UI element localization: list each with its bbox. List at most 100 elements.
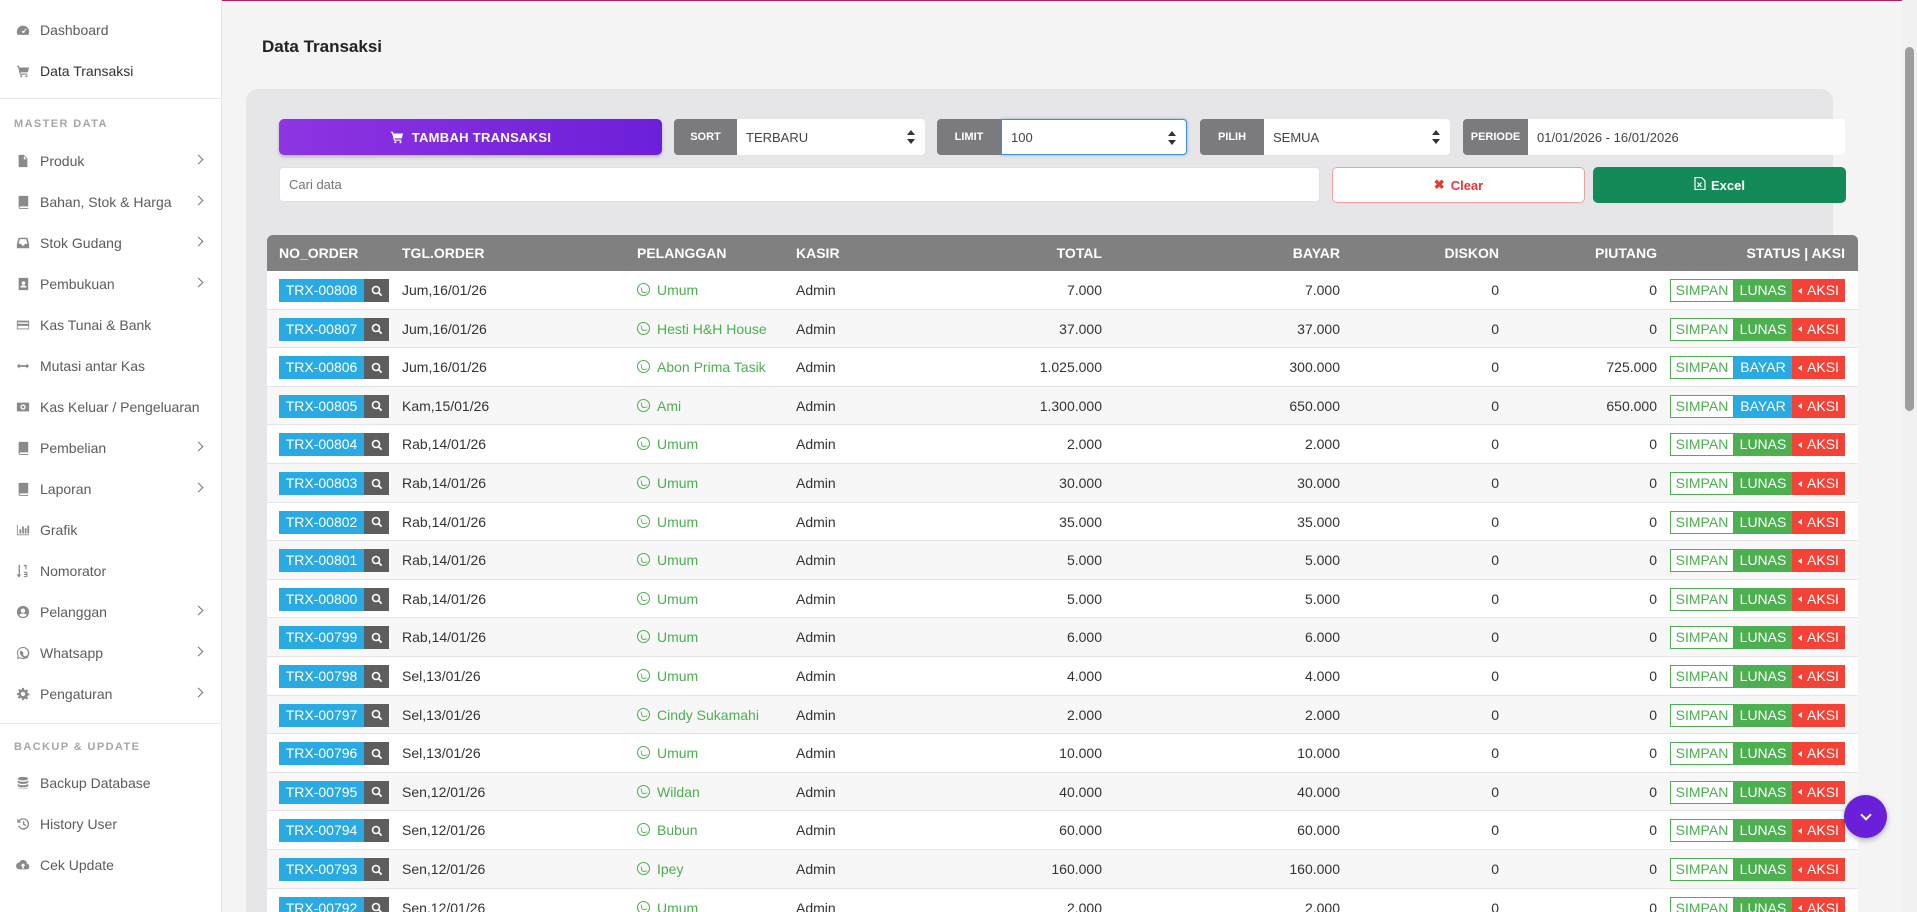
simpan-button[interactable]: SIMPAN	[1670, 394, 1734, 418]
sidebar-item-whatsapp[interactable]: Whatsapp	[0, 639, 222, 667]
lunas-button[interactable]: LUNAS	[1734, 703, 1792, 727]
aksi-button[interactable]: AKSI	[1792, 279, 1845, 302]
pilih-select[interactable]: SEMUA	[1264, 119, 1450, 155]
lunas-button[interactable]: LUNAS	[1734, 626, 1792, 650]
lunas-button[interactable]: LUNAS	[1734, 317, 1792, 341]
search-icon[interactable]	[364, 819, 389, 843]
sidebar-item-bahan-stok-harga[interactable]: Bahan, Stok & Harga	[0, 188, 222, 216]
sidebar-item-pengaturan[interactable]: Pengaturan	[0, 680, 222, 708]
lunas-button[interactable]: LUNAS	[1734, 780, 1792, 804]
search-icon[interactable]	[364, 510, 389, 534]
lunas-button[interactable]: LUNAS	[1734, 742, 1792, 766]
sidebar-item-history-user[interactable]: History User	[0, 810, 222, 838]
aksi-button[interactable]: AKSI	[1792, 780, 1845, 804]
simpan-button[interactable]: SIMPAN	[1670, 433, 1734, 457]
simpan-button[interactable]: SIMPAN	[1670, 549, 1734, 573]
aksi-button[interactable]: AKSI	[1792, 510, 1845, 534]
order-number-badge[interactable]: TRX-00803	[279, 472, 364, 495]
aksi-button[interactable]: AKSI	[1792, 549, 1845, 573]
sidebar-item-nomorator[interactable]: Nomorator	[0, 557, 222, 585]
search-icon[interactable]	[364, 472, 389, 495]
periode-input[interactable]: 01/01/2026 - 16/01/2026	[1528, 119, 1845, 155]
order-number-badge[interactable]: TRX-00792	[279, 896, 364, 912]
scroll-down-button[interactable]	[1844, 795, 1887, 838]
lunas-button[interactable]: LUNAS	[1734, 510, 1792, 534]
simpan-button[interactable]: SIMPAN	[1670, 703, 1734, 727]
customer-link[interactable]: Umum	[637, 734, 698, 772]
search-icon[interactable]	[364, 549, 389, 573]
customer-link[interactable]: Umum	[637, 580, 698, 618]
order-number-badge[interactable]: TRX-00799	[279, 626, 364, 650]
simpan-button[interactable]: SIMPAN	[1670, 587, 1734, 611]
aksi-button[interactable]: AKSI	[1792, 819, 1845, 843]
simpan-button[interactable]: SIMPAN	[1670, 665, 1734, 688]
lunas-button[interactable]: LUNAS	[1734, 665, 1792, 688]
order-number-badge[interactable]: TRX-00798	[279, 665, 364, 688]
customer-link[interactable]: Hesti H&H House	[637, 310, 767, 348]
lunas-button[interactable]: LUNAS	[1734, 549, 1792, 573]
lunas-button[interactable]: LUNAS	[1734, 433, 1792, 457]
order-number-badge[interactable]: TRX-00801	[279, 549, 364, 573]
order-number-badge[interactable]: TRX-00796	[279, 742, 364, 766]
customer-link[interactable]: Abon Prima Tasik	[637, 348, 766, 386]
sidebar-item-produk[interactable]: Produk	[0, 147, 222, 175]
lunas-button[interactable]: LUNAS	[1734, 279, 1792, 302]
simpan-button[interactable]: SIMPAN	[1670, 858, 1734, 881]
customer-link[interactable]: Wildan	[637, 773, 700, 811]
search-icon[interactable]	[364, 279, 389, 302]
simpan-button[interactable]: SIMPAN	[1670, 780, 1734, 804]
search-icon[interactable]	[364, 742, 389, 766]
search-input[interactable]	[279, 167, 1320, 202]
search-icon[interactable]	[364, 665, 389, 688]
search-icon[interactable]	[364, 587, 389, 611]
order-number-badge[interactable]: TRX-00802	[279, 510, 364, 534]
aksi-button[interactable]: AKSI	[1792, 896, 1845, 912]
excel-button[interactable]: Excel	[1593, 167, 1846, 203]
col-header-bayar[interactable]: BAYAR	[1167, 235, 1340, 271]
aksi-button[interactable]: AKSI	[1792, 472, 1845, 495]
clear-button[interactable]: ✖ Clear	[1332, 167, 1585, 203]
customer-link[interactable]: Umum	[637, 541, 698, 579]
lunas-button[interactable]: LUNAS	[1734, 587, 1792, 611]
aksi-button[interactable]: AKSI	[1792, 356, 1845, 380]
simpan-button[interactable]: SIMPAN	[1670, 626, 1734, 650]
search-icon[interactable]	[364, 317, 389, 341]
limit-select[interactable]: 100	[1001, 119, 1187, 155]
search-icon[interactable]	[364, 394, 389, 418]
customer-link[interactable]: Bubun	[637, 811, 697, 849]
order-number-badge[interactable]: TRX-00794	[279, 819, 364, 843]
lunas-button[interactable]: LUNAS	[1734, 472, 1792, 495]
sidebar-item-kas-tunai-bank[interactable]: Kas Tunai & Bank	[0, 311, 222, 339]
col-header-tgl-order[interactable]: TGL.ORDER	[402, 235, 484, 271]
customer-link[interactable]: Cindy Sukamahi	[637, 696, 759, 734]
customer-link[interactable]: Umum	[637, 618, 698, 656]
customer-link[interactable]: Ami	[637, 387, 681, 425]
order-number-badge[interactable]: TRX-00797	[279, 703, 364, 727]
simpan-button[interactable]: SIMPAN	[1670, 896, 1734, 912]
sidebar-item-kas-keluar[interactable]: Kas Keluar / Pengeluaran	[0, 393, 222, 421]
col-header-pelanggan[interactable]: PELANGGAN	[637, 235, 726, 271]
search-icon[interactable]	[364, 780, 389, 804]
sidebar-item-laporan[interactable]: Laporan	[0, 475, 222, 503]
search-icon[interactable]	[364, 626, 389, 650]
aksi-button[interactable]: AKSI	[1792, 742, 1845, 766]
lunas-button[interactable]: LUNAS	[1734, 896, 1792, 912]
sidebar-item-pembelian[interactable]: Pembelian	[0, 434, 222, 462]
simpan-button[interactable]: SIMPAN	[1670, 279, 1734, 302]
customer-link[interactable]: Umum	[637, 464, 698, 502]
col-header-piutang[interactable]: PIUTANG	[1517, 235, 1657, 271]
aksi-button[interactable]: AKSI	[1792, 433, 1845, 457]
customer-link[interactable]: Umum	[637, 657, 698, 695]
customer-link[interactable]: Umum	[637, 271, 698, 309]
simpan-button[interactable]: SIMPAN	[1670, 356, 1734, 380]
col-header-kasir[interactable]: KASIR	[796, 235, 840, 271]
col-header-diskon[interactable]: DISKON	[1367, 235, 1499, 271]
sidebar-item-grafik[interactable]: Grafik	[0, 516, 222, 544]
order-number-badge[interactable]: TRX-00807	[279, 317, 364, 341]
scrollbar[interactable]	[1902, 0, 1917, 912]
aksi-button[interactable]: AKSI	[1792, 317, 1845, 341]
order-number-badge[interactable]: TRX-00793	[279, 858, 364, 881]
customer-link[interactable]: Ipey	[637, 850, 683, 888]
simpan-button[interactable]: SIMPAN	[1670, 510, 1734, 534]
simpan-button[interactable]: SIMPAN	[1670, 317, 1734, 341]
